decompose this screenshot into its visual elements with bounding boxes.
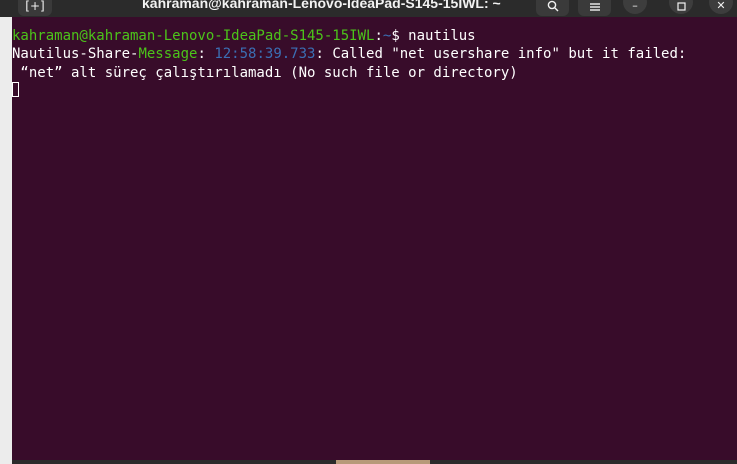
search-button[interactable] [536, 0, 569, 16]
maximize-button[interactable] [669, 0, 693, 14]
background-image-edge [336, 460, 430, 464]
background-window-edge [0, 17, 12, 464]
new-tab-button[interactable]: [+] [18, 0, 52, 16]
window-title: kahraman@kahraman-Lenovo-IdeaPad-S145-15… [142, 0, 501, 11]
output-line: “net” alt süreç çalıştırılamadı (No such… [12, 65, 518, 82]
minimize-icon: – [632, 0, 638, 12]
menu-button[interactable] [578, 0, 611, 16]
command-text: nautilus [408, 28, 476, 44]
prompt-symbol: $ [391, 28, 409, 44]
cursor-line [12, 82, 19, 99]
prompt-line: kahraman@kahraman-Lenovo-IdeaPad-S145-15… [12, 28, 476, 45]
new-tab-icon: [+] [25, 0, 45, 13]
error-text: “net” alt süreç çalıştırılamadı (No such… [12, 65, 518, 81]
minimize-button[interactable]: – [623, 0, 647, 14]
message-colon: : [197, 46, 215, 62]
text-cursor [12, 82, 19, 97]
prompt-colon: : [374, 28, 383, 44]
terminal-output[interactable]: kahraman@kahraman-Lenovo-IdeaPad-S145-15… [12, 17, 737, 460]
close-button[interactable]: ✕ [709, 0, 733, 14]
search-icon [547, 0, 558, 12]
title-bar[interactable]: [+] kahraman@kahraman-Lenovo-IdeaPad-S14… [0, 0, 737, 17]
message-tag: Message [138, 46, 198, 62]
terminal-window: [+] kahraman@kahraman-Lenovo-IdeaPad-S14… [0, 0, 737, 464]
message-prefix: Nautilus-Share- [12, 46, 139, 62]
output-line: Nautilus-Share-Message: 12:58:39.733: Ca… [12, 46, 686, 63]
message-text: : Called "net usershare info" but it fai… [315, 46, 687, 62]
hamburger-menu-icon [589, 3, 600, 11]
prompt-user-host: kahraman@kahraman-Lenovo-IdeaPad-S145-15… [12, 28, 375, 44]
message-timestamp: 12:58:39.733 [214, 46, 316, 62]
maximize-icon [676, 2, 686, 11]
close-icon: ✕ [716, 0, 726, 12]
